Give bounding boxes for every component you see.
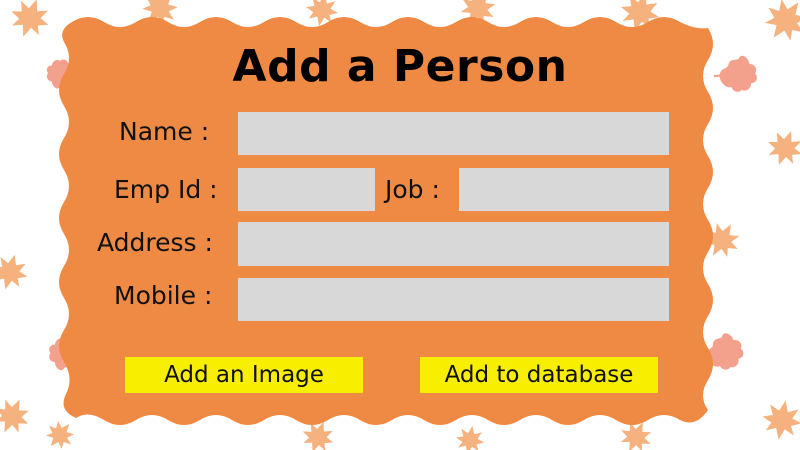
- emp-id-input[interactable]: [238, 168, 375, 211]
- name-input[interactable]: [238, 112, 669, 155]
- job-label: Job :: [385, 175, 440, 204]
- emp-id-label: Emp Id :: [114, 175, 218, 204]
- job-input[interactable]: [459, 168, 669, 211]
- mobile-label: Mobile :: [114, 281, 213, 310]
- address-input[interactable]: [238, 222, 669, 266]
- form-title: Add a Person: [232, 41, 568, 92]
- add-to-database-button[interactable]: Add to database: [420, 357, 658, 393]
- name-label: Name :: [119, 117, 210, 146]
- address-label: Address :: [97, 228, 213, 257]
- add-image-button[interactable]: Add an Image: [125, 357, 363, 393]
- mobile-input[interactable]: [238, 278, 669, 321]
